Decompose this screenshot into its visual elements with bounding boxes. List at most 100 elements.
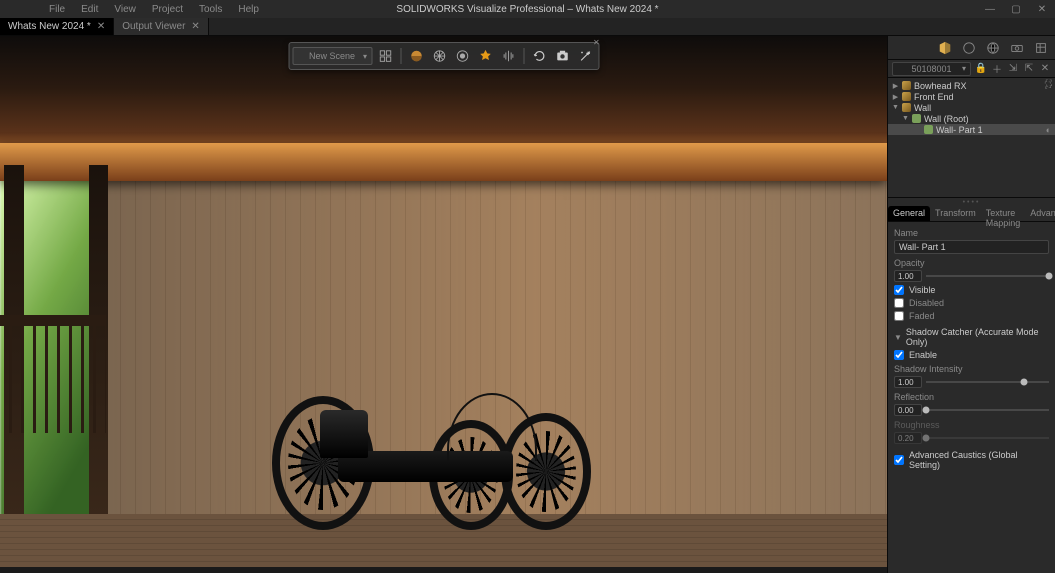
close-icon[interactable]: ✕ [97,21,105,32]
menu-file[interactable]: File [42,2,72,17]
snapshot-icon[interactable] [552,46,572,66]
advanced-caustics-checkbox[interactable]: Advanced Caustics (Global Setting) [894,450,1049,470]
scene-dropdown[interactable]: New Scene [292,47,372,65]
menu-view[interactable]: View [107,2,143,17]
tab-advanced[interactable]: Advanced [1025,206,1055,221]
appearances-tab-icon[interactable] [961,40,977,56]
expand-icon[interactable]: ⛶ [1046,78,1052,89]
document-tab-bar: Whats New 2024 * ✕ Output Viewer ✕ [0,18,1055,36]
reflection-slider[interactable] [926,405,1049,415]
tab-label: Output Viewer [122,21,185,32]
add-icon[interactable]: ＋ [991,63,1003,75]
model-dropdown[interactable]: 50108001 [892,62,971,76]
right-panel-category-tabs [888,36,1055,60]
scenes-tab-icon[interactable] [985,40,1001,56]
tab-output-viewer[interactable]: Output Viewer ✕ [114,18,209,35]
property-tabs: General Transform Texture Mapping Advanc… [888,206,1055,222]
shadow-intensity-slider[interactable] [926,377,1049,387]
menu-help[interactable]: Help [231,2,266,17]
roughness-label: Roughness [894,420,1049,430]
render-accurate-icon[interactable] [452,46,472,66]
close-button[interactable]: ✕ [1029,0,1055,18]
grid-icon[interactable] [375,46,395,66]
close-icon[interactable]: ✕ [191,21,199,32]
import-icon[interactable]: ⇲ [1007,63,1019,75]
checkbox-label: Disabled [909,298,944,308]
model-icon [902,92,911,101]
tree-item-wall-root[interactable]: ▼ Wall (Root) [888,113,1055,124]
tree-label: Wall [914,103,931,113]
shadow-catcher-section[interactable]: ▼ Shadow Catcher (Accurate Mode Only) [894,327,1049,347]
refresh-icon[interactable] [529,46,549,66]
collapse-icon[interactable]: ▼ [894,333,902,342]
section-label: Shadow Catcher (Accurate Mode Only) [906,327,1049,347]
collapse-icon[interactable]: ▼ [892,104,899,111]
shadow-intensity-label: Shadow Intensity [894,364,1049,374]
scene-tree: ⛶ ▶ Bowhead RX ⛶ ▶ Front End ▼ Wall ▼ Wa… [888,78,1055,198]
shadow-intensity-value[interactable]: 1.00 [894,376,922,388]
opacity-slider[interactable] [926,271,1049,281]
render-preview-icon[interactable] [406,46,426,66]
export-icon[interactable]: ⇱ [1023,63,1035,75]
minimize-button[interactable]: ― [977,0,1003,18]
magic-wand-icon[interactable] [575,46,595,66]
reflection-value[interactable]: 0.00 [894,404,922,416]
render-fast-icon[interactable] [429,46,449,66]
checkbox-label: Enable [909,350,937,360]
model-icon [902,81,911,90]
tree-label: Wall- Part 1 [936,125,983,135]
tab-general[interactable]: General [888,206,930,221]
denoise-icon[interactable] [498,46,518,66]
tab-transform[interactable]: Transform [930,206,981,221]
tree-item-wall-part1[interactable]: Wall- Part 1 ◐ [888,124,1055,135]
tree-item-wall[interactable]: ▼ Wall [888,102,1055,113]
menu-tools[interactable]: Tools [192,2,229,17]
tree-label: Wall (Root) [924,114,969,124]
viewport-toolbar: New Scene ✕ [288,42,599,70]
models-tab-icon[interactable] [937,40,953,56]
opacity-value[interactable]: 1.00 [894,270,922,282]
window-controls: ― ▢ ✕ [977,0,1055,18]
toolbar-close-icon[interactable]: ✕ [593,38,603,48]
collapse-icon[interactable]: ▶ [892,82,899,89]
tab-whats-new[interactable]: Whats New 2024 * ✕ [0,18,114,35]
delete-icon[interactable]: ✕ [1039,63,1051,75]
opacity-label: Opacity [894,258,1049,268]
maximize-button[interactable]: ▢ [1003,0,1029,18]
tab-texture-mapping[interactable]: Texture Mapping [981,206,1026,221]
tree-item-frontend[interactable]: ▶ Front End [888,91,1055,102]
model-selector-row: 50108001 🔒 ＋ ⇲ ⇱ ✕ [888,60,1055,78]
collapse-icon[interactable]: ▼ [902,115,909,122]
menu-edit[interactable]: Edit [74,2,105,17]
tree-label: Bowhead RX [914,81,967,91]
properties-panel: Name Opacity 1.00 Visible Disabled Faded… [888,222,1055,573]
appearance-link-icon[interactable]: ◐ [1046,125,1051,135]
panel-resize-handle[interactable]: •••• [888,198,1055,206]
model-icon [902,103,911,112]
lock-icon[interactable]: 🔒 [975,63,987,75]
visible-checkbox[interactable]: Visible [894,285,1049,295]
cameras-tab-icon[interactable] [1009,40,1025,56]
tree-label: Front End [914,92,954,102]
main-area: New Scene ✕ 50108001 🔒 ＋ ⇲ [0,36,1055,573]
bike-model [284,358,586,530]
faded-checkbox[interactable]: Faded [894,311,1049,321]
name-label: Name [894,228,1049,238]
libraries-tab-icon[interactable] [1033,40,1049,56]
name-input[interactable] [894,240,1049,254]
leaf-icon [914,126,921,133]
scene-dropdown-label: New Scene [309,51,355,61]
tree-item-bowhead[interactable]: ▶ Bowhead RX ⛶ [888,80,1055,91]
enable-checkbox[interactable]: Enable [894,350,1049,360]
tab-label: Whats New 2024 * [8,21,91,32]
render-final-icon[interactable] [475,46,495,66]
menu-project[interactable]: Project [145,2,190,17]
checkbox-label: Faded [909,311,935,321]
title-bar: SOLIDWORKS Visualize Professional – What… [0,0,1055,18]
viewport[interactable]: New Scene ✕ [0,36,887,573]
roughness-value: 0.20 [894,432,922,444]
part-icon [924,125,933,134]
disabled-checkbox[interactable]: Disabled [894,298,1049,308]
checkbox-label: Advanced Caustics (Global Setting) [909,450,1049,470]
collapse-icon[interactable]: ▶ [892,93,899,100]
